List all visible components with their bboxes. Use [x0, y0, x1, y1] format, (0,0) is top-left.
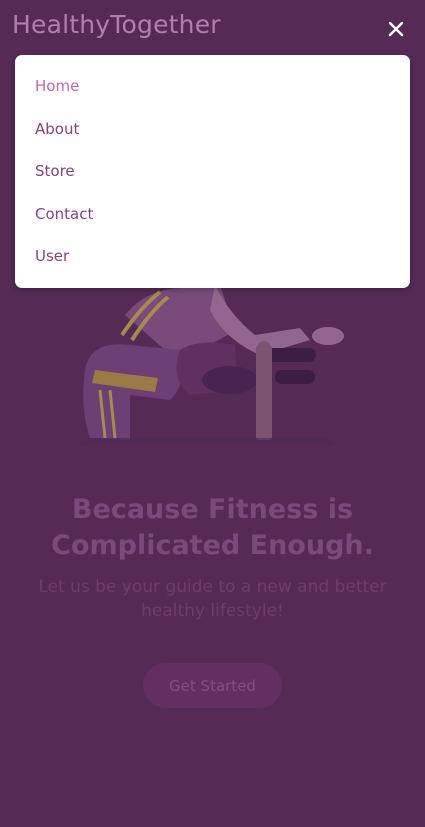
hero-subtitle: Let us be your guide to a new and better…: [38, 577, 387, 621]
illustration-legs: [83, 344, 184, 440]
close-menu-button[interactable]: [382, 15, 410, 43]
nav-item-store[interactable]: Store: [35, 162, 75, 180]
illustration-bike-post: [256, 345, 272, 440]
nav-item-contact[interactable]: Contact: [35, 205, 93, 223]
fitness-illustration: [80, 285, 344, 445]
brand-logo-text[interactable]: HealthyTogether: [12, 10, 221, 39]
nav-item-about[interactable]: About: [35, 120, 79, 138]
illustration-handlebar: [275, 370, 315, 384]
nav-menu-dropdown: Home About Store Contact User: [15, 55, 410, 288]
hero-title: Because Fitness is Complicated Enough.: [51, 494, 374, 561]
illustration-hand: [312, 327, 344, 345]
close-icon: [388, 21, 404, 37]
illustration-bike-knob: [257, 341, 271, 355]
get-started-button[interactable]: Get Started: [143, 663, 282, 708]
nav-item-home[interactable]: Home: [35, 77, 79, 95]
illustration-floor: [80, 438, 335, 445]
app-screen: HealthyTogether Home About Store Contact…: [0, 0, 425, 827]
nav-item-user[interactable]: User: [35, 247, 69, 265]
illustration-bike-seat: [202, 366, 258, 394]
